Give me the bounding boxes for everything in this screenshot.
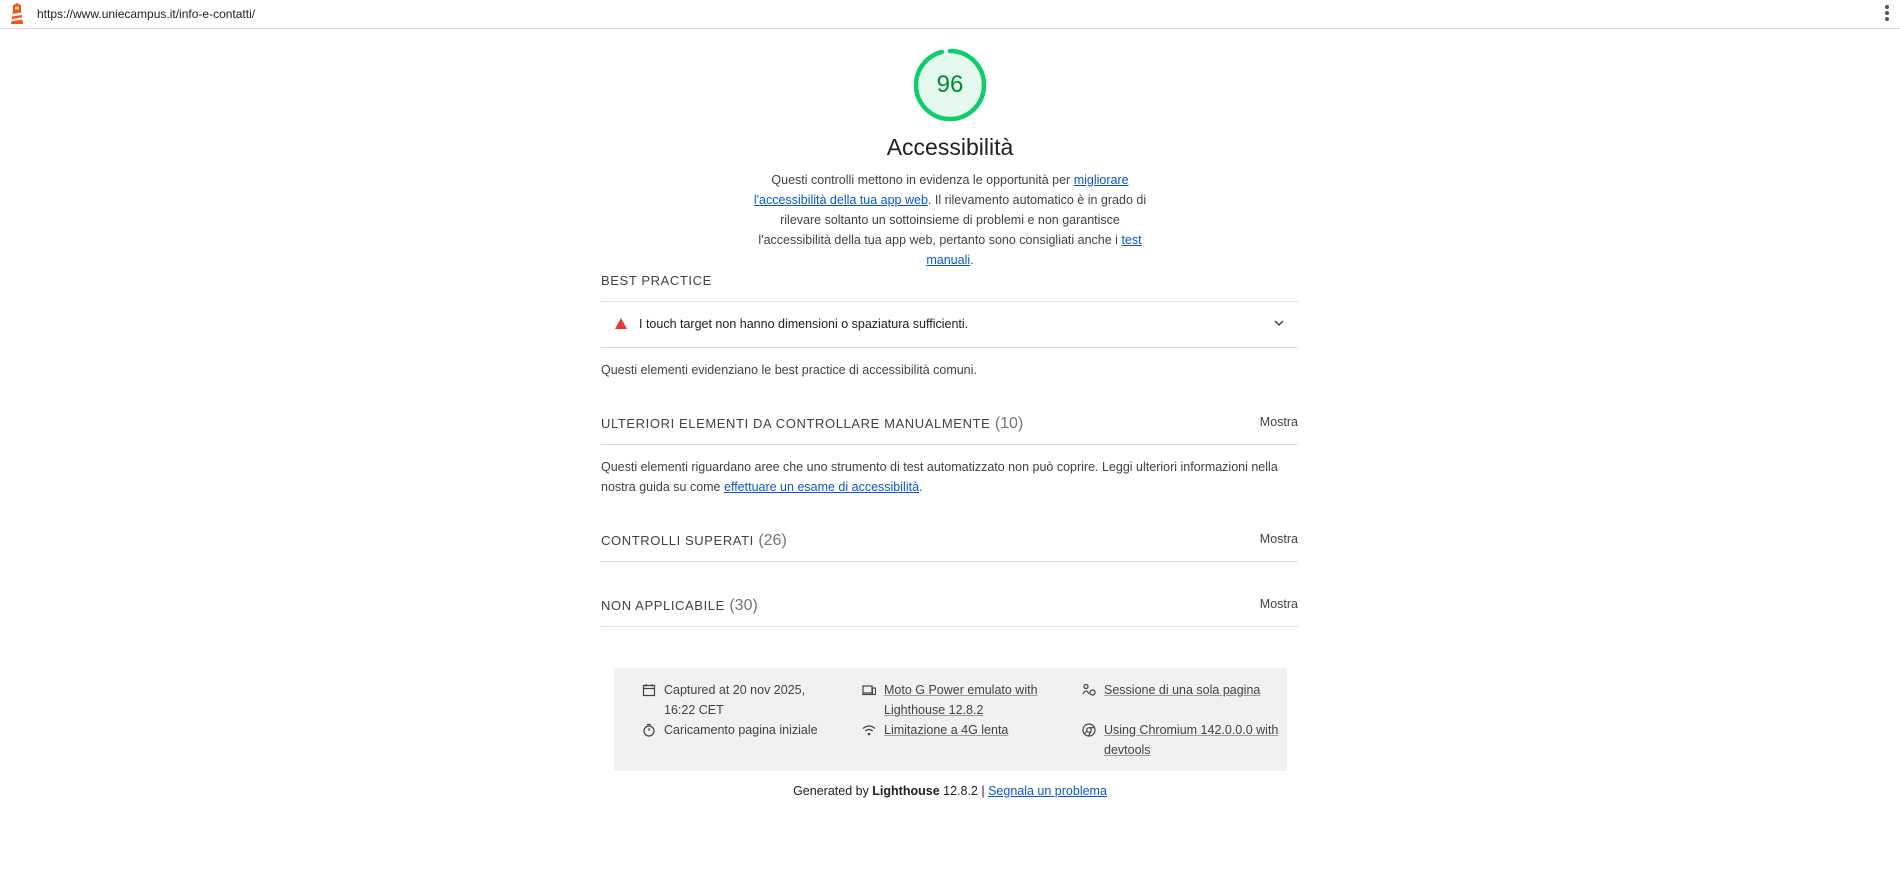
warning-triangle-icon [615, 318, 627, 329]
passed-audits-title: CONTROLLI SUPERATI [601, 533, 754, 548]
runtime-settings: Captured at 20 nov 2025, 16:22 CET Caric… [614, 668, 1287, 771]
divider [601, 626, 1298, 627]
top-bar: https://www.uniecampus.it/info-e-contatt… [0, 0, 1900, 29]
menu-kebab-icon[interactable] [1884, 4, 1890, 24]
lighthouse-brand: Lighthouse [872, 784, 940, 798]
divider [601, 347, 1298, 348]
stopwatch-icon [643, 723, 655, 737]
chevron-down-icon[interactable] [1272, 316, 1286, 330]
network-throttling-text[interactable]: Limitazione a 4G lenta [884, 720, 1008, 740]
browser-version-text[interactable]: Using Chromium 142.0.0.0 with devtools [1104, 720, 1282, 760]
calendar-icon [642, 684, 656, 697]
divider [601, 444, 1298, 445]
report-url: https://www.uniecampus.it/info-e-contatt… [37, 7, 256, 21]
devices-icon [862, 685, 876, 696]
score-value: 96 [936, 71, 964, 98]
initial-load-text: Caricamento pagina iniziale [664, 723, 818, 737]
single-page-session-text[interactable]: Sessione di una sola pagina [1104, 680, 1260, 700]
not-applicable-title: NON APPLICABILE [601, 598, 725, 613]
passed-audits-show-button[interactable]: Mostra [1260, 532, 1298, 546]
manual-checks-show-button[interactable]: Mostra [1260, 415, 1298, 429]
accessibility-review-link[interactable]: effettuare un esame di accessibilità [724, 480, 919, 494]
report-issue-link[interactable]: Segnala un problema [988, 784, 1107, 798]
generated-by-footer: Generated by Lighthouse 12.8.2 | Segnala… [0, 784, 1900, 798]
device-emulation-text[interactable]: Moto G Power emulato with Lighthouse 12.… [884, 680, 1044, 720]
best-practice-description: Questi elementi evidenziano le best prac… [601, 363, 977, 377]
best-practice-heading: BEST PRACTICE [601, 272, 1298, 290]
passed-audits-count: (26) [758, 532, 787, 549]
category-title: Accessibilità [886, 134, 1014, 160]
session-icon [1082, 683, 1096, 696]
manual-desc-text-1: Questi elementi riguardano aree che uno … [601, 460, 1278, 494]
manual-checks-description: Questi elementi riguardano aree che uno … [601, 457, 1301, 497]
lighthouse-version: 12.8.2 | [939, 784, 989, 798]
manual-checks-title: ULTERIORI ELEMENTI DA CONTROLLARE MANUAL… [601, 416, 991, 431]
audit-title: I touch target non hanno dimensioni o sp… [639, 317, 969, 331]
chromium-icon [1082, 723, 1096, 737]
audit-touch-targets[interactable]: I touch target non hanno dimensioni o sp… [601, 302, 1298, 346]
passed-audits-heading[interactable]: CONTROLLI SUPERATI (26) Mostra [601, 532, 1298, 552]
manual-checks-heading[interactable]: ULTERIORI ELEMENTI DA CONTROLLARE MANUAL… [601, 415, 1298, 435]
category-description: Questi controlli mettono in evidenza le … [745, 170, 1155, 270]
best-practice-title: BEST PRACTICE [601, 273, 712, 288]
not-applicable-show-button[interactable]: Mostra [1260, 597, 1298, 611]
divider [601, 561, 1298, 562]
lighthouse-logo-icon [11, 3, 23, 24]
category-desc-text-1: Questi controlli mettono in evidenza le … [771, 173, 1074, 187]
score-gauge: 96 [912, 47, 988, 123]
manual-desc-text-2: . [919, 480, 923, 494]
captured-at-text: Captured at 20 nov 2025, 16:22 CET [664, 683, 806, 717]
manual-checks-count: (10) [994, 415, 1024, 432]
generated-by-text: Generated by [793, 784, 873, 798]
not-applicable-count: (30) [729, 597, 758, 614]
not-applicable-heading[interactable]: NON APPLICABILE (30) Mostra [601, 597, 1298, 617]
category-desc-text-3: . [970, 253, 974, 267]
wifi-icon [862, 725, 876, 736]
